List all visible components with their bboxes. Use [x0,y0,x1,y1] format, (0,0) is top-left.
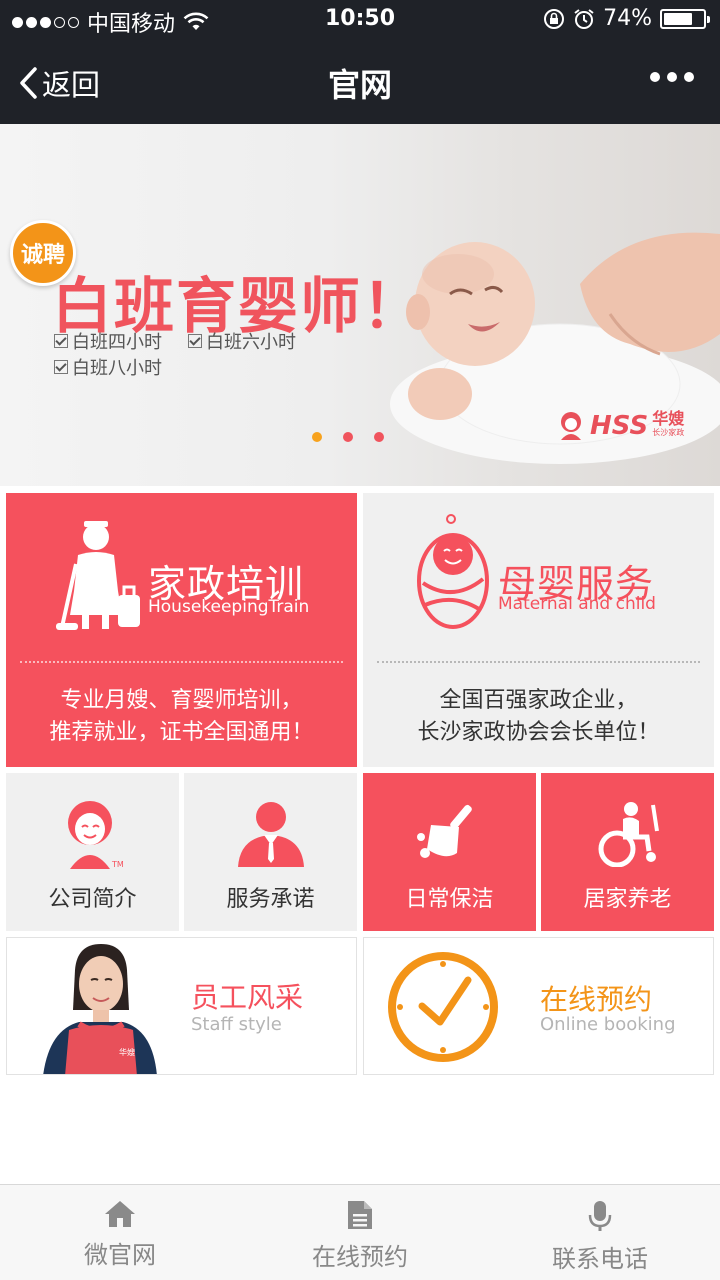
service-promise-tile[interactable]: 服务承诺 [184,773,357,931]
status-right: 74% [543,6,710,31]
brand-text: HSS [590,411,649,441]
microphone-icon [588,1201,612,1231]
brand-mascot-icon [561,412,581,440]
tile-subtitle: Online booking [540,1014,676,1035]
maternal-child-tile[interactable]: 母婴服务 Maternal and child 全国百强家政企业， 长沙家政协会… [363,493,714,767]
status-bar: 中国移动 10:50 74% [0,0,720,40]
home-elderly-care-tile[interactable]: 居家养老 [541,773,714,931]
brand-cn: 华嫂 [652,409,685,428]
banner-feature: 白班六小时 [188,328,296,354]
tab-online-booking[interactable]: 在线预约 [240,1185,480,1280]
mascot-icon: TM [67,801,124,869]
tile-label: 公司简介 [48,887,137,912]
tile-label: 服务承诺 [226,887,315,912]
cleaning-brush-icon [416,804,472,858]
divider [20,661,343,663]
page-title: 官网 [327,66,392,104]
checkbox-icon [54,360,68,374]
banner-feature-text: 白班八小时 [72,358,162,379]
more-dot-icon [667,72,677,82]
checkbox-icon [188,334,202,348]
home-icon [105,1201,135,1227]
divider [377,661,700,663]
document-icon [348,1201,372,1229]
staff-photo: 华嫂 [43,944,157,1074]
carousel-dot[interactable] [312,432,322,442]
nav-bar: 返回 官网 [0,40,720,124]
more-button[interactable] [650,72,694,82]
alarm-icon [574,8,594,29]
tile-title: 员工风采 [191,981,304,1014]
clock-icon [388,952,498,1062]
tile-title: 在线预约 [540,983,653,1016]
tab-label: 联系电话 [552,1245,648,1273]
more-dot-icon [684,72,694,82]
tab-home[interactable]: 微官网 [0,1185,240,1280]
banner-feature: 白班八小时 [54,354,162,380]
wheelchair-icon [598,802,659,867]
rotation-lock-icon [544,8,565,29]
tile-description: 全国百强家政企业， 长沙家政协会会长单位！ [363,685,714,749]
battery-icon [660,8,710,29]
bottom-tab-bar: 微官网 在线预约 联系电话 [0,1184,720,1280]
tile-description: 专业月嫂、育婴师培训， 推荐就业，证书全国通用！ [6,685,357,749]
banner-feature: 白班四小时 [54,328,162,354]
businessman-icon [237,802,304,867]
tab-label: 微官网 [84,1241,156,1269]
tile-label: 居家养老 [583,887,672,912]
housekeeping-train-tile[interactable]: 家政培训 HousekeepingTrain 专业月嫂、育婴师培训， 推荐就业，… [6,493,357,767]
swaddled-baby-icon [417,514,489,629]
tile-subtitle: Staff style [191,1014,282,1035]
more-dot-icon [650,72,660,82]
staff-style-tile[interactable]: 华嫂 员工风采 Staff style [6,937,357,1075]
brand-small: 长沙家政 [652,428,685,437]
banner-feature-text: 白班六小时 [206,332,296,353]
battery-percent: 74% [603,6,652,31]
checkbox-icon [54,334,68,348]
tab-contact-phone[interactable]: 联系电话 [480,1185,720,1280]
housekeeper-icon [56,521,140,630]
online-booking-tile[interactable]: 在线预约 Online booking [363,937,714,1075]
tile-desc-line: 专业月嫂、育婴师培训， [60,688,303,713]
tile-desc-line: 推荐就业，证书全国通用！ [49,720,314,745]
tile-desc-line: 全国百强家政企业， [439,688,638,713]
brand-logo: HSS 华嫂 长沙家政 [556,410,684,442]
banner-feature-text: 白班四小时 [72,332,162,353]
carousel-dot[interactable] [343,432,353,442]
apron-logo-text: 华嫂 [119,1047,135,1057]
tile-subtitle: HousekeepingTrain [148,597,310,617]
carousel-indicator[interactable] [312,432,384,442]
tile-desc-line: 长沙家政协会会长单位！ [417,720,660,745]
daily-cleaning-tile[interactable]: 日常保洁 [363,773,536,931]
tab-label: 在线预约 [312,1243,408,1271]
tile-label: 日常保洁 [405,887,494,912]
tile-subtitle: Maternal and child [498,594,656,614]
promo-banner[interactable]: 诚聘 白班育婴师！ 白班四小时 白班六小时 白班八小时 HSS 华嫂 长沙家政 [0,124,720,486]
trademark-text: TM [111,860,124,869]
company-intro-tile[interactable]: TM 公司简介 [6,773,179,931]
carousel-dot[interactable] [374,432,384,442]
